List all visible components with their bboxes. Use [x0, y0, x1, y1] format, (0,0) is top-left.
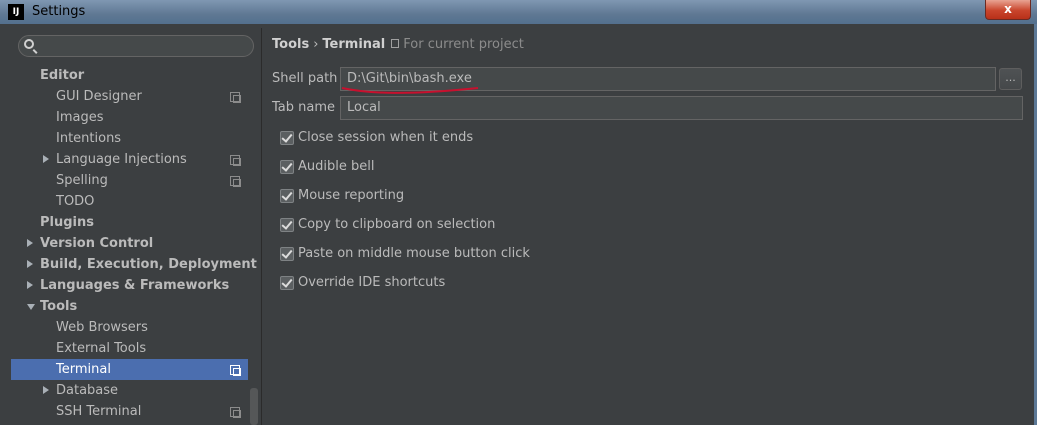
breadcrumb-scope: For current project	[403, 37, 524, 52]
project-settings-icon	[230, 155, 241, 166]
sidebar-scrollbar[interactable]	[250, 388, 258, 425]
sidebar-item-plugins[interactable]: Plugins	[11, 212, 248, 233]
sidebar-item-build-execution-deployment[interactable]: Build, Execution, Deployment	[11, 254, 257, 275]
sidebar-item-label: Database	[56, 383, 119, 398]
checkbox-checked-icon[interactable]	[280, 247, 294, 261]
sidebar-item-label: External Tools	[56, 341, 147, 356]
checkbox-checked-icon[interactable]	[280, 131, 294, 145]
sidebar-item-label: Build, Execution, Deployment	[40, 257, 257, 272]
sidebar-item-gui-designer[interactable]: GUI Designer	[11, 86, 248, 107]
sidebar-item-spelling[interactable]: Spelling	[11, 170, 248, 191]
sidebar-item-label: Spelling	[56, 173, 108, 188]
checkbox-checked-icon[interactable]	[280, 218, 294, 232]
sidebar-item-version-control[interactable]: Version Control	[11, 233, 248, 254]
chevron-right-icon[interactable]	[27, 260, 33, 268]
project-settings-icon	[230, 92, 241, 103]
terminal-settings-panel: Tools › Terminal For current project Shell …	[262, 28, 1034, 425]
sidebar-item-intentions[interactable]: Intentions	[11, 128, 248, 149]
chevron-right-icon[interactable]	[43, 386, 49, 394]
project-settings-icon	[230, 407, 241, 418]
breadcrumb-parent: Tools	[272, 37, 310, 52]
red-underline-annotation	[341, 87, 479, 94]
option-label: Mouse reporting	[298, 188, 405, 203]
option-label: Paste on middle mouse button click	[298, 246, 530, 261]
sidebar-item-label: TODO	[56, 194, 95, 209]
window-close-button[interactable]: x	[985, 0, 1031, 20]
sidebar-item-label: Language Injections	[56, 152, 187, 167]
option-label: Close session when it ends	[298, 130, 474, 145]
option-label: Copy to clipboard on selection	[298, 217, 496, 232]
sidebar-item-editor[interactable]: Editor	[11, 65, 248, 86]
sidebar-item-label: Languages & Frameworks	[40, 278, 230, 293]
option-label: Override IDE shortcuts	[298, 275, 446, 290]
sidebar-item-label: Editor	[40, 68, 85, 83]
breadcrumb-current: Terminal	[322, 37, 386, 52]
window-titlebar: IJ Settings x	[0, 0, 1037, 24]
breadcrumb-separator: ›	[313, 37, 319, 52]
sidebar-item-label: Plugins	[40, 215, 94, 230]
sidebar-item-label: Web Browsers	[56, 320, 148, 335]
sidebar-item-languages-frameworks[interactable]: Languages & Frameworks	[11, 275, 248, 296]
sidebar-item-label: Terminal	[56, 362, 111, 377]
chevron-down-icon[interactable]	[27, 304, 35, 310]
sidebar-item-todo[interactable]: TODO	[11, 191, 248, 212]
project-settings-icon	[230, 365, 241, 376]
intellij-app-icon: IJ	[8, 4, 24, 20]
tab-name-label: Tab name	[272, 100, 336, 115]
window-title: Settings	[32, 4, 86, 19]
checkbox-checked-icon[interactable]	[280, 276, 294, 290]
checkbox-checked-icon[interactable]	[280, 189, 294, 203]
breadcrumb: Tools › Terminal For current project	[272, 37, 524, 52]
sidebar-item-label: Images	[56, 110, 104, 125]
checkbox-checked-icon[interactable]	[280, 160, 294, 174]
sidebar-item-label: Intentions	[56, 131, 122, 146]
shell-path-label: Shell path	[272, 71, 338, 86]
sidebar-item-ssh-terminal[interactable]: SSH Terminal	[11, 401, 248, 422]
option-label: Audible bell	[298, 159, 375, 174]
settings-sidebar: Editor GUI Designer Images Intentions Langua…	[9, 28, 261, 425]
sidebar-item-external-tools[interactable]: External Tools	[11, 338, 248, 359]
sidebar-item-terminal[interactable]: Terminal	[11, 359, 248, 380]
tab-name-input[interactable]: Local	[340, 96, 1023, 120]
chevron-right-icon[interactable]	[27, 281, 33, 289]
sidebar-item-language-injections[interactable]: Language Injections	[11, 149, 248, 170]
project-scope-icon	[391, 39, 400, 48]
sidebar-item-label: Version Control	[40, 236, 154, 251]
sidebar-item-web-browsers[interactable]: Web Browsers	[11, 317, 248, 338]
sidebar-item-database[interactable]: Database	[11, 380, 248, 401]
settings-search-input[interactable]	[18, 35, 254, 57]
sidebar-item-label: GUI Designer	[56, 89, 142, 104]
sidebar-item-label: SSH Terminal	[56, 404, 142, 419]
project-settings-icon	[230, 176, 241, 187]
shell-path-browse-button[interactable]: ...	[999, 68, 1022, 90]
sidebar-item-tools[interactable]: Tools	[11, 296, 248, 317]
search-icon	[24, 39, 34, 49]
chevron-right-icon[interactable]	[27, 239, 33, 247]
sidebar-item-label: Tools	[40, 299, 78, 314]
chevron-right-icon[interactable]	[43, 155, 49, 163]
sidebar-item-images[interactable]: Images	[11, 107, 248, 128]
